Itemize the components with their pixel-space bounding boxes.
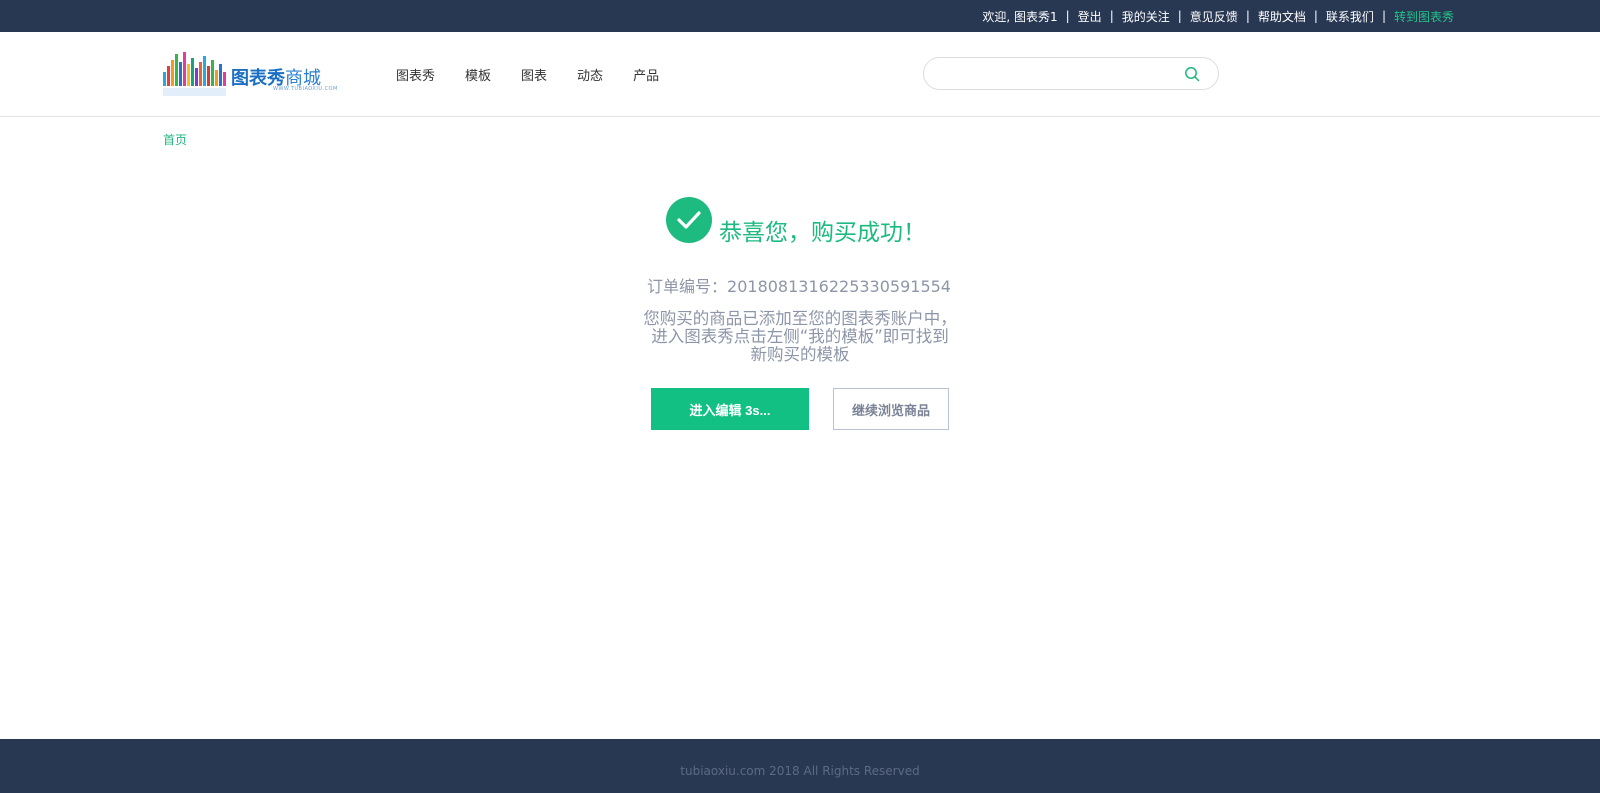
separator: |	[1065, 9, 1070, 23]
copyright-text: tubiaoxiu.com 2018 All Rights Reserved	[680, 764, 920, 778]
nav-item-products[interactable]: 产品	[633, 65, 659, 84]
logo-sub-text: WWW.TUBIAOXIU.COM	[273, 86, 338, 92]
description-line: 您购买的商品已添加至您的图表秀账户中，	[643, 309, 957, 328]
enter-editor-button[interactable]: 进入编辑 3s...	[651, 388, 809, 430]
welcome-user-link[interactable]: 欢迎, 图表秀1	[982, 8, 1057, 25]
order-number-value: 20180813162253305915​54	[727, 277, 951, 296]
success-heading: 恭喜您，购买成功！	[666, 197, 926, 246]
search-box	[923, 57, 1219, 90]
order-number-label: 订单编号：	[647, 277, 728, 296]
continue-browsing-button[interactable]: 继续浏览商品	[833, 388, 949, 430]
order-number: 订单编号：20180813162253305915​54	[0, 273, 1600, 297]
my-follow-link[interactable]: 我的关注	[1122, 8, 1170, 25]
top-bar: 欢迎, 图表秀1 | 登出 | 我的关注 | 意见反馈 | 帮助文档 | 联系我…	[0, 0, 1600, 32]
nav-item-news[interactable]: 动态	[577, 65, 603, 84]
search-icon[interactable]	[1184, 66, 1200, 82]
help-docs-link[interactable]: 帮助文档	[1258, 8, 1306, 25]
check-circle-icon	[666, 197, 712, 243]
top-bar-links: 欢迎, 图表秀1 | 登出 | 我的关注 | 意见反馈 | 帮助文档 | 联系我…	[982, 0, 1454, 32]
separator: |	[1245, 9, 1250, 23]
feedback-link[interactable]: 意见反馈	[1190, 8, 1238, 25]
main-nav: 图表秀 模板 图表 动态 产品	[396, 32, 689, 117]
separator: |	[1109, 9, 1114, 23]
success-title-text: 恭喜您，购买成功！	[719, 220, 926, 246]
logo-bars-icon	[163, 52, 226, 96]
site-header: 图表秀商城 WWW.TUBIAOXIU.COM 图表秀 模板 图表 动态 产品	[0, 32, 1600, 117]
site-footer: tubiaoxiu.com 2018 All Rights Reserved	[0, 739, 1600, 793]
goto-tubiaoxiu-link[interactable]: 转到图表秀	[1394, 8, 1454, 25]
nav-item-templates[interactable]: 模板	[465, 65, 491, 84]
nav-item-tubiaoxiu[interactable]: 图表秀	[396, 65, 435, 84]
breadcrumb-home[interactable]: 首页	[163, 131, 187, 148]
site-logo[interactable]: 图表秀商城 WWW.TUBIAOXIU.COM	[163, 50, 337, 100]
logout-link[interactable]: 登出	[1078, 8, 1102, 25]
description-line: 新购买的模板	[750, 345, 850, 364]
search-input[interactable]	[938, 64, 1168, 84]
purchase-description: 您购买的商品已添加至您的图表秀账户中， 进入图表秀点击左侧“我的模板”即可找到 …	[620, 310, 980, 364]
separator: |	[1313, 9, 1318, 23]
description-line: 进入图表秀点击左侧“我的模板”即可找到	[651, 327, 949, 346]
separator: |	[1177, 9, 1182, 23]
contact-us-link[interactable]: 联系我们	[1326, 8, 1374, 25]
nav-item-charts[interactable]: 图表	[521, 65, 547, 84]
separator: |	[1381, 9, 1386, 23]
